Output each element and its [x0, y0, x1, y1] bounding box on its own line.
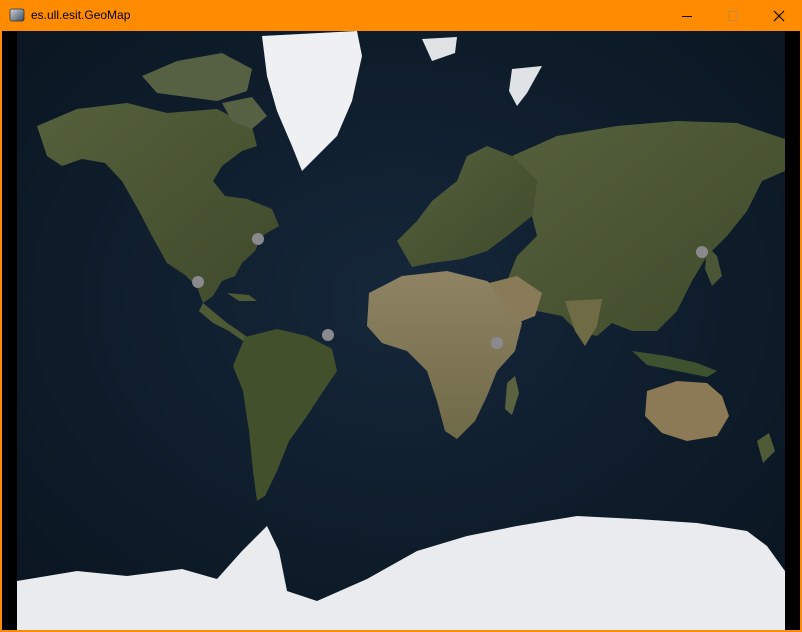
close-icon: [773, 10, 785, 21]
map-marker[interactable]: [192, 276, 204, 288]
window-title: es.ull.esit.GeoMap: [31, 8, 131, 22]
world-map[interactable]: [17, 31, 785, 630]
maximize-icon: [728, 10, 738, 21]
maximize-button[interactable]: [710, 0, 756, 31]
map-panel[interactable]: [2, 31, 800, 630]
title-bar[interactable]: es.ull.esit.GeoMap: [0, 0, 802, 31]
map-marker[interactable]: [491, 337, 503, 349]
map-marker[interactable]: [696, 246, 708, 258]
minimize-button[interactable]: [664, 0, 710, 31]
map-marker[interactable]: [322, 329, 334, 341]
app-icon: [9, 8, 25, 22]
close-button[interactable]: [756, 0, 802, 31]
app-window: es.ull.esit.GeoMap: [0, 0, 802, 632]
map-marker[interactable]: [252, 233, 264, 245]
minimize-icon: [682, 15, 692, 17]
